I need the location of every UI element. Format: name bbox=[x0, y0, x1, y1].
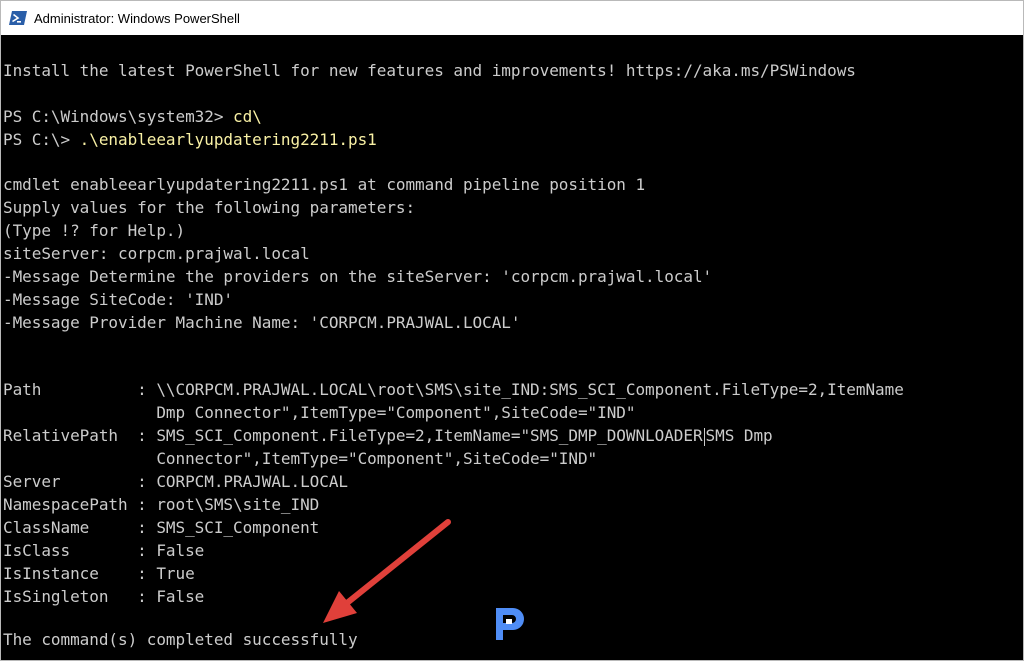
site-logo-icon bbox=[496, 608, 524, 640]
powershell-window: Administrator: Windows PowerShell Instal… bbox=[0, 0, 1024, 661]
annotation-arrow-icon bbox=[323, 519, 451, 623]
